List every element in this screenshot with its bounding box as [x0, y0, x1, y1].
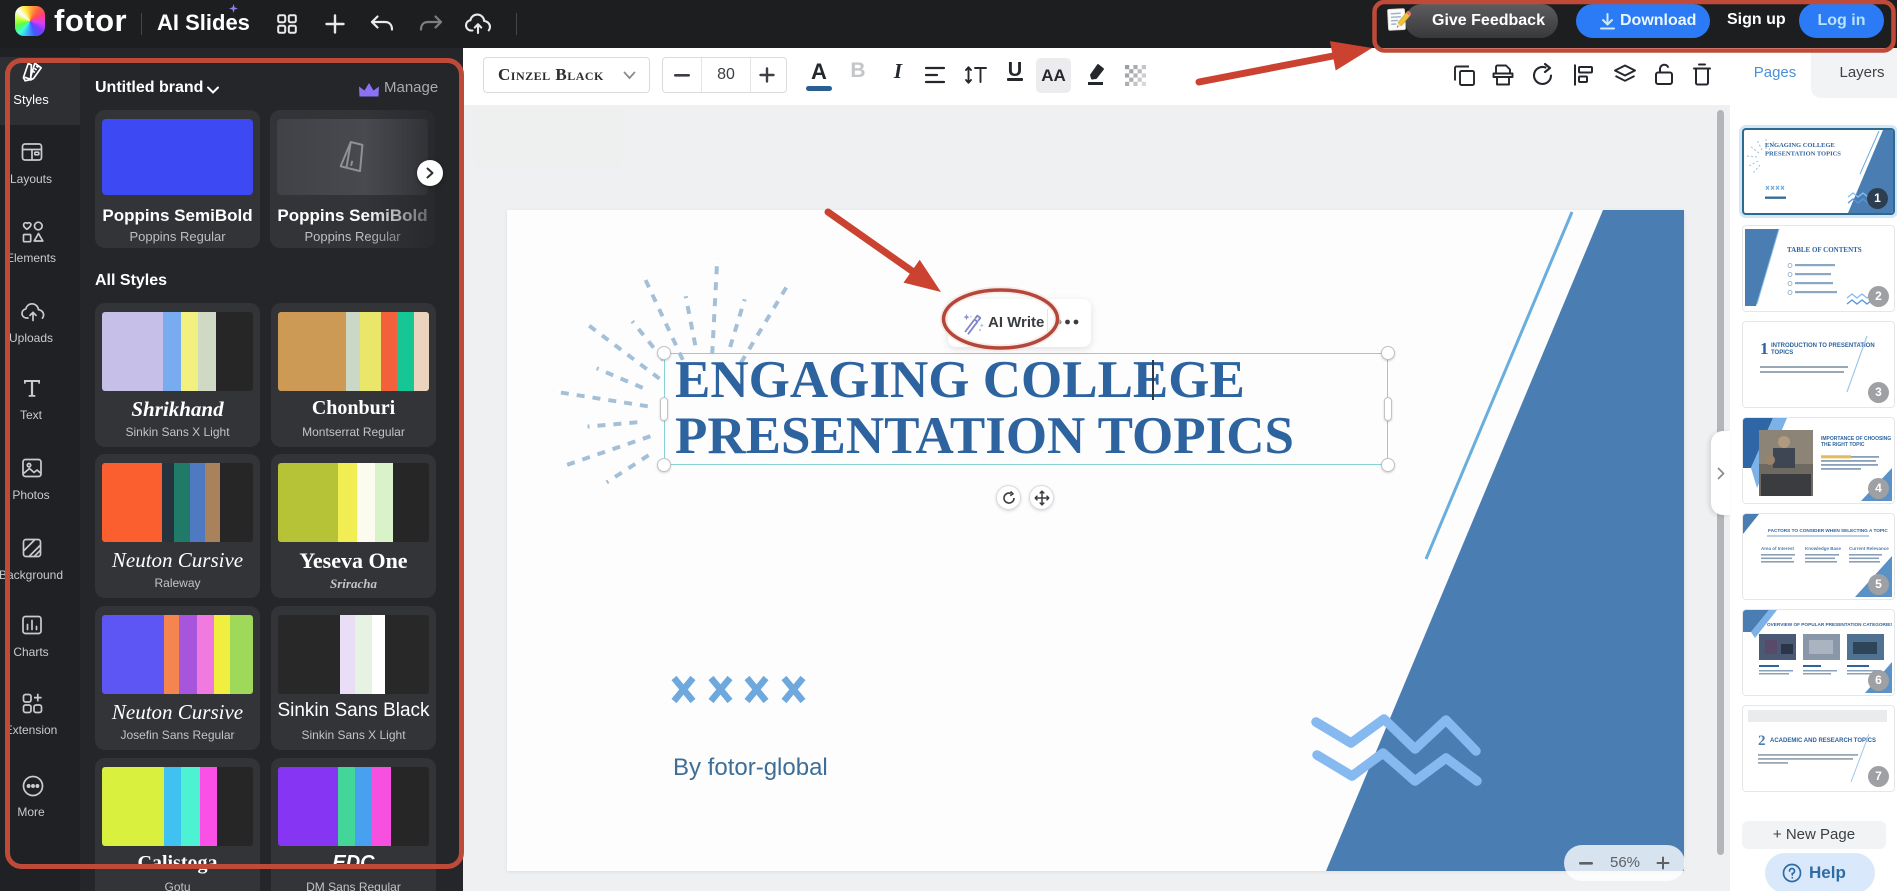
svg-text:1: 1	[1760, 339, 1769, 358]
svg-text:Current Relevance: Current Relevance	[1849, 546, 1889, 551]
svg-text:Knowledge Base: Knowledge Base	[1805, 546, 1842, 551]
svg-text:INTRODUCTION TO PRESENTATION: INTRODUCTION TO PRESENTATION	[1771, 343, 1875, 349]
svg-text:2: 2	[1758, 733, 1766, 749]
svg-text:TABLE OF CONTENTS: TABLE OF CONTENTS	[1787, 246, 1862, 254]
svg-text:ACADEMIC AND RESEARCH TOPICS: ACADEMIC AND RESEARCH TOPICS	[1770, 738, 1876, 744]
svg-text:Area of Interest: Area of Interest	[1761, 546, 1795, 551]
svg-text:PRESENTATION TOPICS: PRESENTATION TOPICS	[1765, 151, 1841, 158]
svg-text:TOPICS: TOPICS	[1771, 350, 1793, 356]
svg-text:FACTORS TO CONSIDER WHEN SELEC: FACTORS TO CONSIDER WHEN SELECTING A TOP…	[1768, 528, 1888, 533]
svg-text:OVERVIEW OF POPULAR PRESENTATI: OVERVIEW OF POPULAR PRESENTATION CATEGOR…	[1767, 622, 1892, 627]
svg-text:THE RIGHT TOPIC: THE RIGHT TOPIC	[1821, 442, 1865, 448]
svg-text:ENGAGING COLLEGE: ENGAGING COLLEGE	[1765, 142, 1835, 149]
